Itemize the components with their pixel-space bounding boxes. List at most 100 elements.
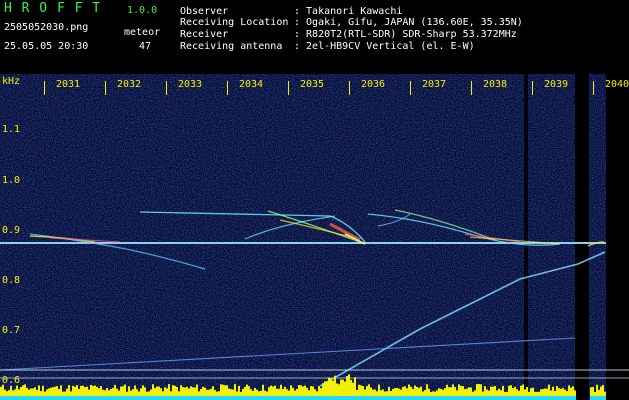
histogram-base: [230, 396, 232, 400]
histogram-base: [178, 396, 180, 400]
histogram-base: [138, 396, 140, 400]
histogram-base: [596, 396, 598, 400]
histogram-base: [302, 396, 304, 400]
histogram-base: [598, 396, 600, 400]
histogram-base: [434, 396, 436, 400]
histogram-base: [194, 396, 196, 400]
histogram-base: [76, 396, 78, 400]
histogram-base: [86, 396, 88, 400]
histogram-base: [516, 396, 518, 400]
histogram-base: [22, 396, 24, 400]
antenna-value: : 2el-HB9CV Vertical (el. E-W): [294, 41, 475, 52]
histogram-base: [112, 396, 114, 400]
histogram-base: [412, 396, 414, 400]
histogram-base: [236, 396, 238, 400]
histogram-base: [34, 396, 36, 400]
histogram-base: [240, 396, 242, 400]
histogram-base: [80, 396, 82, 400]
histogram-base: [504, 396, 506, 400]
histogram-base: [72, 396, 74, 400]
histogram-base: [64, 396, 66, 400]
histogram-base: [436, 396, 438, 400]
histogram-base: [252, 396, 254, 400]
spectrogram-panel: kHz 1.1 1.0 0.9 0.8 0.7 0.6 2031 2032 2033 2034 2…: [0, 74, 629, 400]
histogram-base: [186, 396, 188, 400]
histogram-base: [82, 396, 84, 400]
histogram-base: [170, 396, 172, 400]
histogram-base: [398, 396, 400, 400]
histogram-base: [176, 396, 178, 400]
histogram-base: [562, 396, 564, 400]
histogram-base: [314, 396, 316, 400]
histogram-base: [264, 396, 266, 400]
histogram-base: [308, 396, 310, 400]
histogram-base: [364, 396, 366, 400]
histogram-base: [84, 396, 86, 400]
histogram-base: [548, 396, 550, 400]
histogram-base: [480, 396, 482, 400]
histogram-base: [206, 396, 208, 400]
histogram-base: [278, 396, 280, 400]
histogram-base: [116, 396, 118, 400]
histogram-base: [408, 396, 410, 400]
histogram-base: [210, 396, 212, 400]
histogram-base: [332, 396, 334, 400]
histogram-base: [182, 396, 184, 400]
histogram-base: [472, 396, 474, 400]
histogram-base: [424, 396, 426, 400]
meteor-count-label: meteor: [124, 27, 161, 38]
histogram-base: [414, 396, 416, 400]
histogram-base: [346, 396, 348, 400]
histogram-base: [500, 396, 502, 400]
histogram-base: [222, 396, 224, 400]
histogram-base: [10, 396, 12, 400]
histogram-base: [208, 396, 210, 400]
histogram-base: [120, 396, 122, 400]
histogram-base: [450, 396, 452, 400]
histogram-base: [350, 396, 352, 400]
histogram-base: [2, 396, 4, 400]
antenna-label: Receiving antenna: [180, 41, 283, 52]
histogram-base: [384, 396, 386, 400]
histogram-base: [602, 396, 604, 400]
app-logo: H R O F F T: [4, 1, 102, 16]
histogram-base: [376, 396, 378, 400]
histogram-base: [554, 396, 556, 400]
histogram-base: [444, 396, 446, 400]
observer-value: : Takanori Kawachi: [294, 6, 403, 17]
histogram-base: [168, 396, 170, 400]
histogram-base: [260, 396, 262, 400]
histogram-base: [368, 396, 370, 400]
histogram-base: [560, 396, 562, 400]
time-label: 2036: [361, 79, 386, 90]
histogram-base: [466, 396, 468, 400]
histogram-base: [56, 396, 58, 400]
histogram-base: [544, 396, 546, 400]
histogram-base: [362, 396, 364, 400]
histogram-base: [94, 396, 96, 400]
histogram-base: [342, 396, 344, 400]
histogram-base: [338, 396, 340, 400]
histogram-base: [334, 396, 336, 400]
histogram-base: [440, 396, 442, 400]
histogram-base: [110, 396, 112, 400]
app-version: 1.0.0: [127, 5, 158, 16]
histogram-base: [52, 396, 54, 400]
histogram-base: [550, 396, 552, 400]
histogram-base: [42, 396, 44, 400]
histogram-base: [266, 396, 268, 400]
histogram-base: [102, 396, 104, 400]
signal-gap: [575, 74, 589, 400]
histogram-base: [498, 396, 500, 400]
noise-texture: [0, 74, 629, 400]
time-label: 2038: [483, 79, 508, 90]
histogram-base: [348, 396, 350, 400]
histogram-base: [494, 396, 496, 400]
frequency-label: 0.8: [2, 275, 21, 286]
histogram-base: [166, 396, 168, 400]
histogram-base: [526, 396, 528, 400]
histogram-base: [268, 396, 270, 400]
histogram-base: [594, 396, 596, 400]
histogram-base: [360, 396, 362, 400]
histogram-base: [20, 396, 22, 400]
